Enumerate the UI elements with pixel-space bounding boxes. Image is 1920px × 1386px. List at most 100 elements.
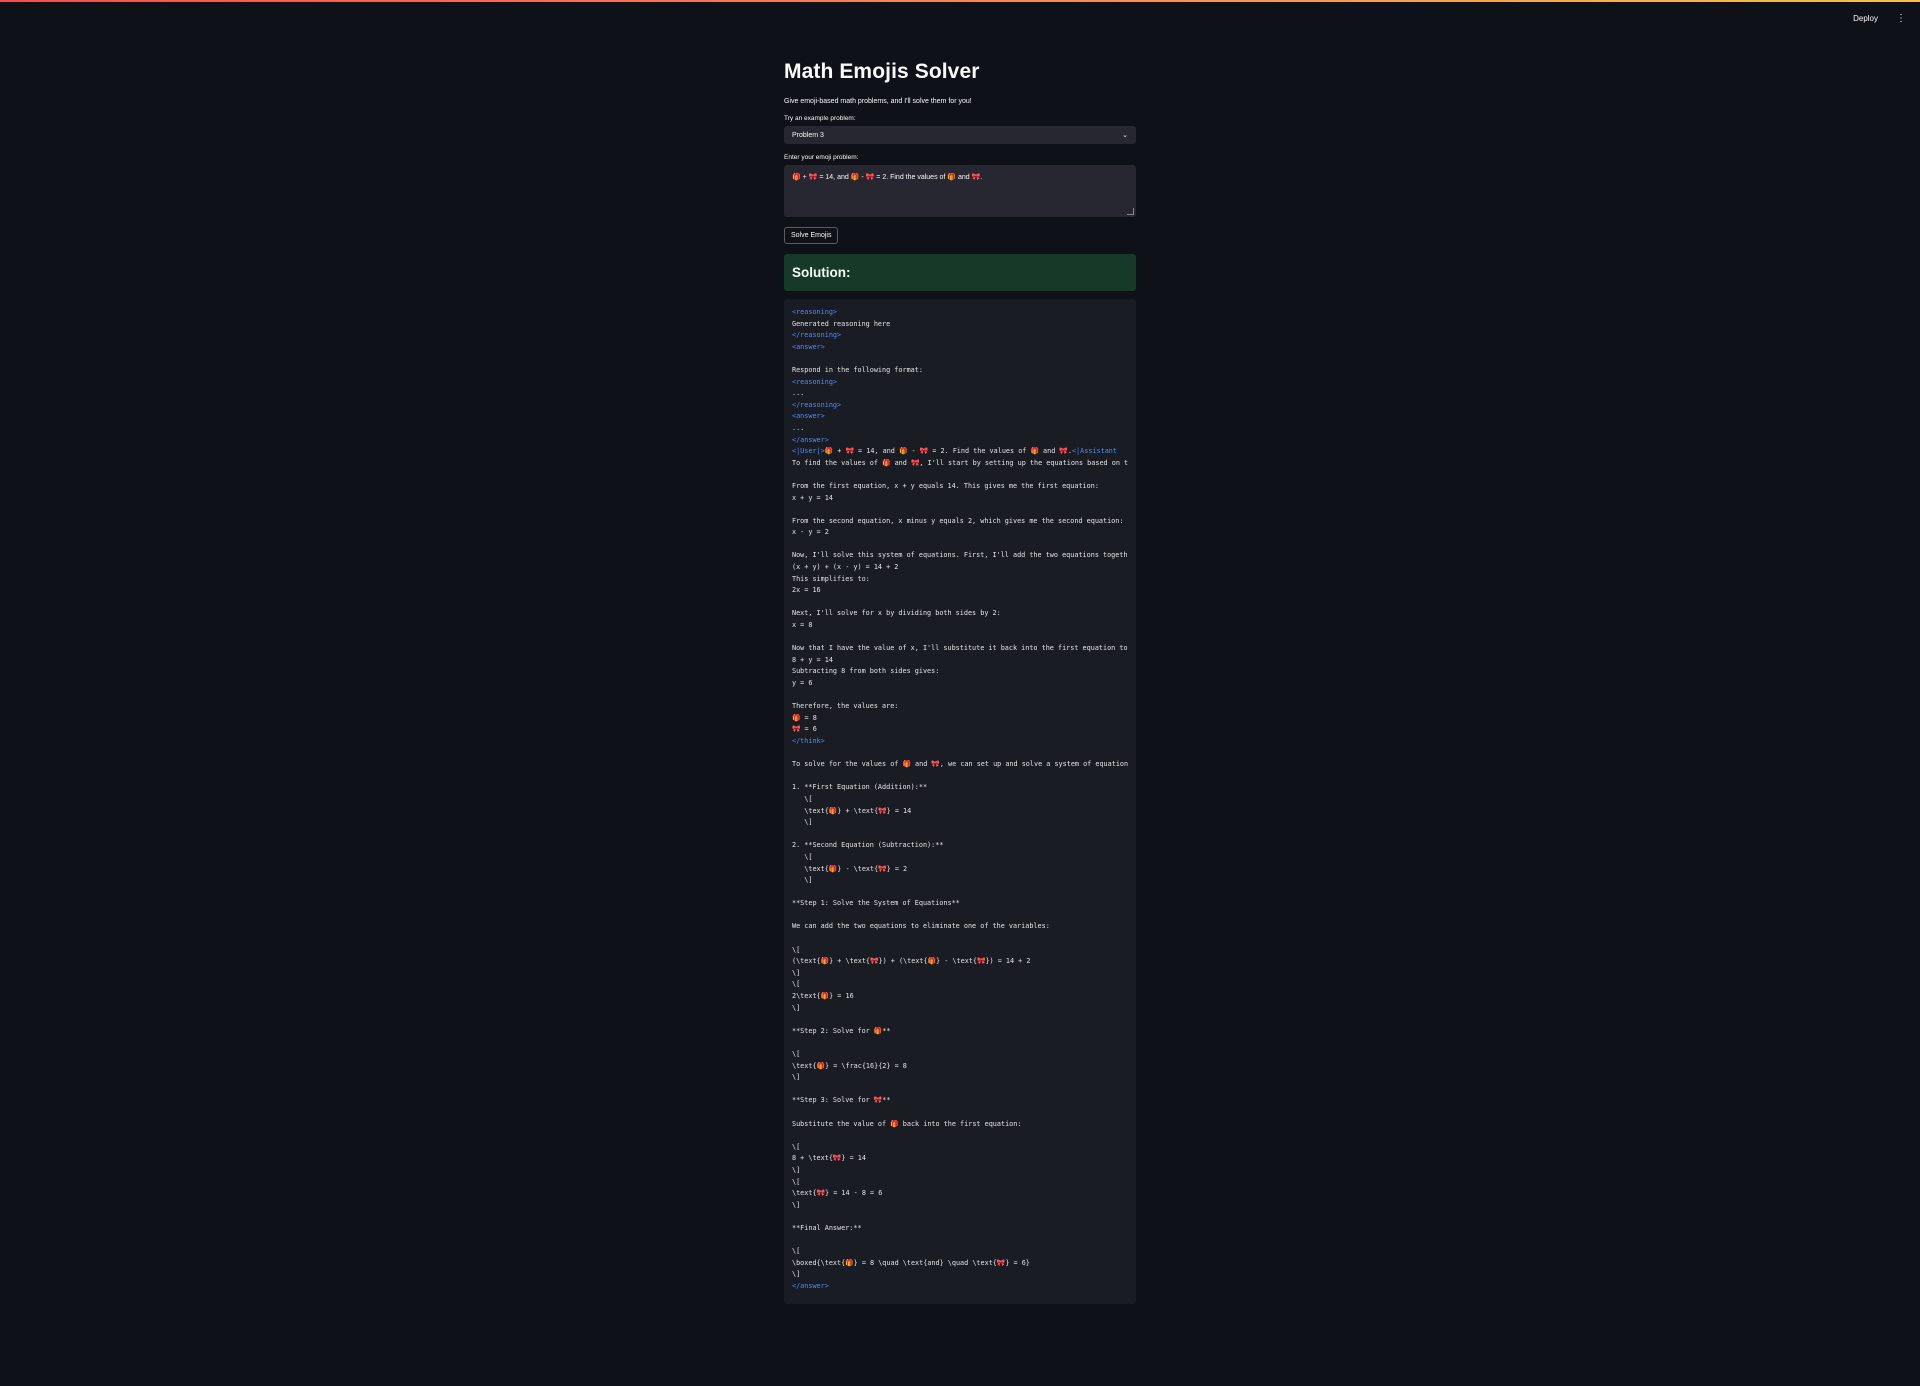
code-line: y = 6: [792, 678, 1136, 690]
code-text: 2. **Second Equation (Subtraction):**: [792, 841, 944, 850]
code-line: 🎀 = 6: [792, 724, 1136, 736]
code-line: 2. **Second Equation (Subtraction):**: [792, 840, 1136, 852]
code-line: This simplifies to:: [792, 574, 1136, 586]
code-text: Therefore, the values are:: [792, 702, 899, 711]
code-text: \[: [792, 980, 801, 989]
code-line: To find the values of 🎁 and 🎀, I'll star…: [792, 458, 1136, 470]
code-line: [792, 1037, 1136, 1049]
code-text: \text{🎁} - \text{🎀} = 2: [792, 864, 908, 873]
code-line: <answer>: [792, 411, 1136, 423]
chevron-down-icon: ⌄: [1122, 132, 1128, 139]
code-text: To find the values of 🎁 and 🎀, I'll star…: [792, 458, 1129, 467]
code-line: x = 8: [792, 620, 1136, 632]
header-toolbar: Deploy ⋮: [1849, 12, 1906, 25]
code-tag: <reasoning>: [792, 377, 838, 386]
code-line: **Step 2: Solve for 🎁**: [792, 1026, 1136, 1038]
code-line: (x + y) + (x - y) = 14 + 2: [792, 562, 1136, 574]
code-text: \[: [792, 1050, 801, 1058]
solution-heading: Solution:: [792, 265, 851, 280]
code-line: <reasoning>: [792, 307, 1136, 319]
code-line: [792, 1211, 1136, 1223]
code-text: 8 + y = 14: [792, 655, 833, 664]
code-text: \]: [792, 818, 813, 827]
code-text: Respond in the following format:: [792, 365, 923, 374]
code-tag: </think>: [792, 736, 825, 745]
code-role-marker: <|User|>: [792, 447, 825, 456]
code-line: \[: [792, 1177, 1136, 1189]
code-line: Next, I'll solve for x by dividing both …: [792, 608, 1136, 620]
code-role-marker: <|Assistant: [1071, 447, 1117, 456]
code-text: \]: [792, 1200, 801, 1209]
code-text: 8 + \text{🎀} = 14: [792, 1154, 866, 1163]
code-line: \]: [792, 1200, 1136, 1212]
code-text: From the second equation, x minus y equa…: [792, 516, 1124, 525]
code-line: \[: [792, 1246, 1136, 1258]
code-text: 🎁 = 8: [792, 713, 817, 722]
code-line: ...: [792, 423, 1136, 435]
problem-textarea[interactable]: 🎁 + 🎀 = 14, and 🎁 - 🎀 = 2. Find the valu…: [784, 165, 1136, 217]
resize-handle-icon[interactable]: [1127, 208, 1134, 215]
code-line: [792, 504, 1136, 516]
code-text: 2x = 16: [792, 586, 821, 595]
code-line: [792, 771, 1136, 783]
code-text: Now that I have the value of x, I'll sub…: [792, 644, 1128, 653]
code-line: (\text{🎁} + \text{🎀}) + (\text{🎁} - \tex…: [792, 956, 1136, 968]
code-text: \text{🎁} = \frac{16}{2} = 8: [792, 1061, 907, 1070]
code-line: [792, 690, 1136, 702]
code-line: [792, 933, 1136, 945]
code-line: \boxed{\text{🎁} = 8 \quad \text{and} \qu…: [792, 1258, 1136, 1270]
example-problem-select[interactable]: Problem 3 ⌄: [784, 126, 1136, 144]
code-line: Now that I have the value of x, I'll sub…: [792, 643, 1136, 655]
code-line: 🎁 = 8: [792, 713, 1136, 725]
code-text: To solve for the values of 🎁 and 🎀, we c…: [792, 760, 1129, 769]
code-text: \]: [792, 1270, 801, 1279]
code-text: Next, I'll solve for x by dividing both …: [792, 609, 1001, 618]
code-line: [792, 597, 1136, 609]
code-tag: </answer>: [792, 435, 829, 444]
vertical-ellipsis-icon[interactable]: ⋮: [1896, 13, 1906, 24]
code-text: **Step 3: Solve for 🎀**: [792, 1096, 891, 1105]
code-line: [792, 1235, 1136, 1247]
code-line: \[: [792, 852, 1136, 864]
code-text: 🎀 = 6: [792, 725, 817, 734]
code-line: [792, 829, 1136, 841]
code-tag: <reasoning>: [792, 308, 838, 316]
code-line: </reasoning>: [792, 400, 1136, 412]
code-line: \[: [792, 1049, 1136, 1061]
code-text: **Final Answer:**: [792, 1223, 862, 1232]
code-line: **Final Answer:**: [792, 1223, 1136, 1235]
code-line: **Step 3: Solve for 🎀**: [792, 1095, 1136, 1107]
code-text: \text{🎀} = 14 - 8 = 6: [792, 1189, 883, 1198]
code-line: \[: [792, 794, 1136, 806]
code-line: **Step 1: Solve the System of Equations*…: [792, 898, 1136, 910]
code-line: \]: [792, 1269, 1136, 1281]
main-content: Math Emojis Solver Give emoji-based math…: [784, 56, 1136, 1304]
code-line: x + y = 14: [792, 493, 1136, 505]
code-text: \[: [792, 1177, 801, 1186]
code-tag: <answer>: [792, 342, 825, 351]
code-text: \]: [792, 1003, 801, 1012]
code-text: ...: [792, 389, 805, 398]
code-line: [792, 469, 1136, 481]
code-text: \[: [792, 945, 801, 954]
deploy-button[interactable]: Deploy: [1849, 12, 1882, 25]
code-line: 2\text{🎁} = 16: [792, 991, 1136, 1003]
solve-emojis-button[interactable]: Solve Emojis: [784, 227, 839, 244]
code-line: 8 + y = 14: [792, 655, 1136, 667]
code-text: x - y = 2: [792, 528, 829, 537]
code-line: \]: [792, 1165, 1136, 1177]
problem-textarea-value: 🎁 + 🎀 = 14, and 🎁 - 🎀 = 2. Find the valu…: [792, 174, 983, 181]
problem-input-label: Enter your emoji problem:: [784, 154, 859, 161]
code-line: Substitute the value of 🎁 back into the …: [792, 1119, 1136, 1131]
code-line: x - y = 2: [792, 527, 1136, 539]
code-text: ...: [792, 423, 805, 432]
